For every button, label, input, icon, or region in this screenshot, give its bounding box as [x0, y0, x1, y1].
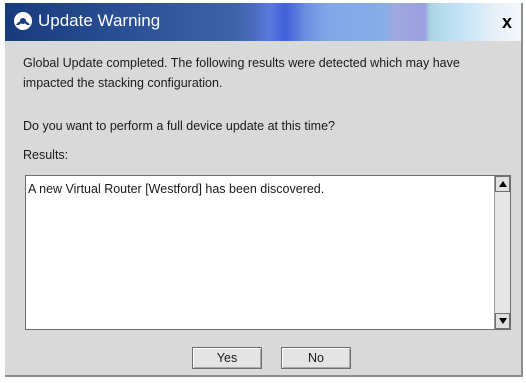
arrow-up-icon [499, 181, 507, 187]
results-text: A new Virtual Router [Westford] has been… [28, 182, 325, 196]
results-textarea[interactable]: A new Virtual Router [Westford] has been… [25, 175, 511, 330]
update-message: Global Update completed. The following r… [23, 56, 460, 90]
scroll-down-button[interactable] [495, 313, 510, 329]
scroll-up-button[interactable] [495, 176, 510, 192]
no-button[interactable]: No [281, 347, 351, 369]
update-warning-dialog: Update Warning x Global Update completed… [5, 3, 523, 377]
title-bar[interactable]: Update Warning x [5, 3, 521, 41]
vertical-scrollbar[interactable] [494, 176, 510, 329]
arrow-down-icon [499, 318, 507, 324]
close-button[interactable]: x [498, 12, 516, 32]
yes-button[interactable]: Yes [192, 347, 262, 369]
results-label: Results: [23, 148, 69, 162]
circular-logo-icon [13, 11, 33, 31]
window-title: Update Warning [38, 11, 161, 30]
question-text: Do you want to perform a full device upd… [23, 119, 335, 133]
